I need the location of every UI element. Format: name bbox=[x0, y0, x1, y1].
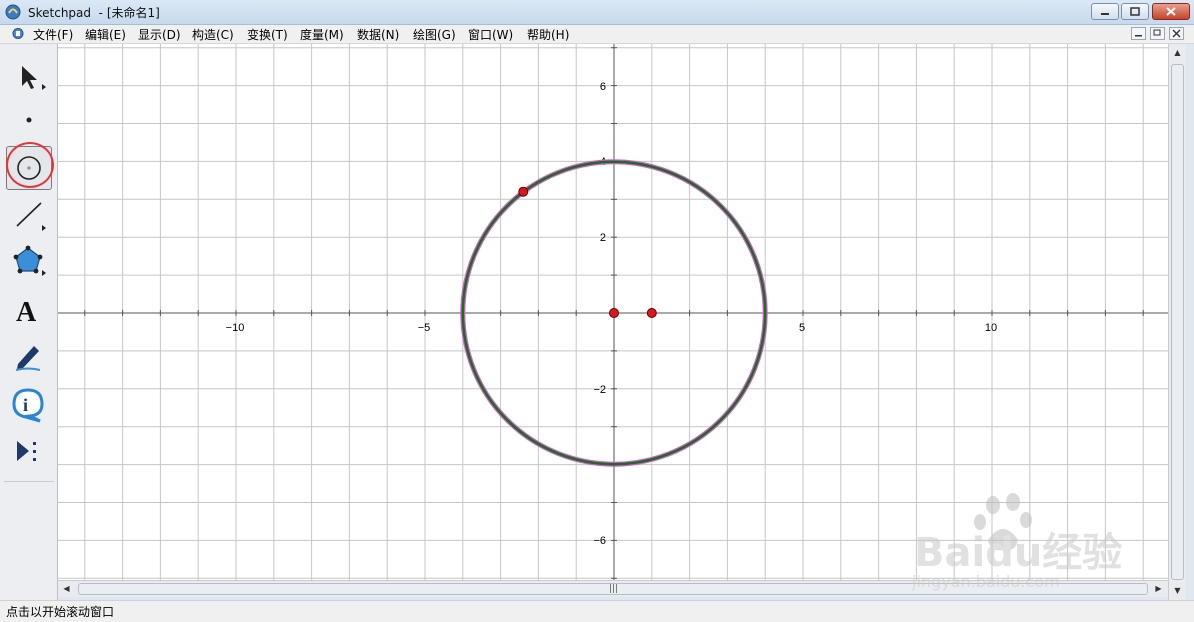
baidu-jingyan-watermark: Baidu经验 jingyan.baidu.com bbox=[908, 490, 1158, 600]
close-icon bbox=[1172, 29, 1181, 38]
marker-tool[interactable] bbox=[6, 336, 52, 380]
y-tick-label-neg2: −2 bbox=[593, 384, 606, 396]
minimize-icon bbox=[1101, 13, 1109, 15]
status-text: 点击以开始滚动窗口 bbox=[6, 605, 115, 619]
text-tool[interactable]: A bbox=[6, 290, 52, 334]
document-minimize-button[interactable] bbox=[1131, 27, 1146, 40]
restore-icon bbox=[1153, 29, 1161, 36]
minimize-icon bbox=[1135, 35, 1142, 37]
x-tick-label-neg10: −10 bbox=[226, 322, 245, 334]
active-tool-highlight-circle bbox=[6, 142, 54, 188]
watermark-url: jingyan.baidu.com bbox=[912, 572, 1060, 591]
information-tool[interactable]: i bbox=[6, 384, 52, 428]
menu-graph[interactable]: 绘图(G) bbox=[413, 26, 456, 43]
selection-arrow-tool[interactable] bbox=[6, 54, 52, 98]
menu-data[interactable]: 数据(N) bbox=[357, 26, 399, 43]
info-bubble-icon: i bbox=[12, 388, 44, 423]
point-tool[interactable] bbox=[6, 98, 52, 142]
scroll-down-arrow-icon[interactable]: ▼ bbox=[1169, 582, 1186, 599]
restore-icon bbox=[1130, 7, 1140, 16]
custom-tools[interactable] bbox=[6, 430, 52, 474]
app-name: Sketchpad bbox=[28, 6, 92, 20]
close-button[interactable] bbox=[1152, 3, 1190, 20]
y-tick-label-neg6: −6 bbox=[593, 535, 606, 547]
x-tick-label-neg5: −5 bbox=[418, 322, 431, 334]
document-close-button[interactable] bbox=[1169, 27, 1184, 40]
scroll-grip-icon: ||| bbox=[609, 584, 619, 594]
menu-display[interactable]: 显示(D) bbox=[138, 26, 181, 43]
document-restore-button[interactable] bbox=[1150, 27, 1165, 40]
point-unit-point[interactable] bbox=[646, 308, 657, 318]
menu-measure[interactable]: 度量(M) bbox=[300, 26, 344, 43]
straightedge-tool[interactable] bbox=[6, 194, 52, 238]
title-bar: Sketchpad - [未命名1] bbox=[0, 0, 1194, 25]
y-tick-label-6: 6 bbox=[600, 81, 606, 93]
scroll-left-arrow-icon[interactable]: ◀ bbox=[58, 581, 75, 597]
document-title: - [未命名1] bbox=[98, 6, 160, 20]
menu-help[interactable]: 帮助(H) bbox=[527, 26, 569, 43]
play-custom-tools-icon bbox=[17, 441, 36, 461]
menu-edit[interactable]: 编辑(E) bbox=[85, 26, 126, 43]
menu-construct[interactable]: 构造(C) bbox=[192, 26, 234, 43]
restore-button[interactable] bbox=[1121, 3, 1149, 20]
vertical-scrollbar[interactable]: ▲ ▼ bbox=[1168, 44, 1186, 600]
point-on-circle[interactable] bbox=[518, 186, 529, 197]
svg-text:i: i bbox=[23, 395, 28, 415]
x-tick-label-5: 5 bbox=[799, 322, 805, 334]
watermark-brand: Baidu经验 bbox=[914, 530, 1123, 576]
point-center[interactable] bbox=[609, 308, 619, 318]
toolbox-separator bbox=[4, 481, 54, 482]
text-a-icon: A bbox=[16, 297, 37, 328]
polygon-tool[interactable] bbox=[6, 242, 52, 286]
point-icon bbox=[26, 117, 32, 123]
y-tick-label-2: 2 bbox=[600, 232, 606, 244]
close-icon bbox=[1166, 7, 1176, 16]
pentagon-icon bbox=[13, 245, 46, 276]
arrow-pointer-icon bbox=[22, 66, 46, 90]
menu-file[interactable]: 文件(F) bbox=[33, 26, 73, 43]
menu-window[interactable]: 窗口(W) bbox=[468, 26, 513, 43]
sketchpad-logo-icon bbox=[5, 4, 21, 20]
document-icon[interactable] bbox=[12, 27, 24, 40]
points bbox=[518, 186, 657, 318]
status-bar: 点击以开始滚动窗口 bbox=[0, 600, 1194, 622]
svg-text:A: A bbox=[16, 297, 37, 328]
vertical-scroll-thumb[interactable] bbox=[1171, 64, 1184, 580]
line-segment-icon bbox=[16, 202, 46, 231]
scroll-up-arrow-icon[interactable]: ▲ bbox=[1169, 44, 1186, 61]
x-tick-label-10: 10 bbox=[985, 322, 997, 334]
minimize-button[interactable] bbox=[1091, 3, 1119, 20]
menu-transform[interactable]: 变换(T) bbox=[247, 26, 288, 43]
marker-pen-icon bbox=[15, 346, 41, 371]
window-title: Sketchpad - [未命名1] bbox=[28, 4, 160, 21]
menu-bar: 文件(F) 编辑(E) 显示(D) 构造(C) 变换(T) 度量(M) 数据(N… bbox=[0, 25, 1194, 44]
toolbox: A i bbox=[0, 44, 58, 600]
